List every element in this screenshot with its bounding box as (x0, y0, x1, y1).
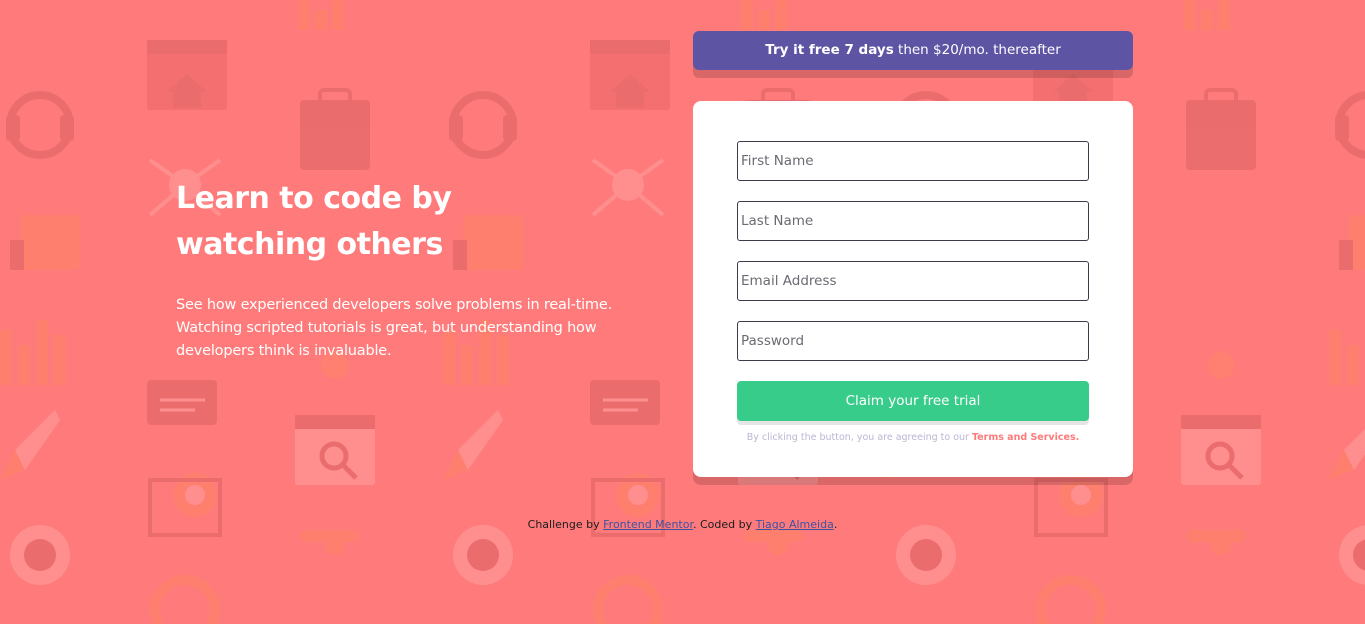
last-name-field[interactable] (737, 201, 1089, 241)
promo-rest: then $20/mo. thereafter (893, 42, 1061, 58)
signup-form: Claim your free trial By clicking the bu… (693, 101, 1133, 477)
terms-notice: By clicking the button, you are agreeing… (693, 432, 1133, 443)
hero-title: Learn to code by watching others (176, 181, 452, 262)
attribution: Challenge by Frontend Mentor. Coded by T… (0, 518, 1365, 531)
author-link[interactable]: Tiago Almeida (756, 518, 834, 531)
attribution-middle: . Coded by (692, 518, 756, 531)
email-field[interactable] (737, 261, 1089, 301)
terms-link[interactable]: Terms and Services. (972, 432, 1079, 443)
frontend-mentor-link[interactable]: Frontend Mentor (603, 518, 693, 531)
hero: Learn to code by watching others See how… (176, 176, 646, 363)
terms-prefix: By clicking the button, you are agreeing… (746, 432, 972, 443)
hero-description: See how experienced developers solve pro… (176, 297, 612, 359)
promo-banner: Try it free 7 days then $20/mo. thereaft… (693, 31, 1133, 70)
attribution-suffix: . (833, 518, 838, 531)
first-name-field[interactable] (737, 141, 1089, 181)
claim-trial-button[interactable]: Claim your free trial (737, 381, 1089, 421)
attribution-prefix: Challenge by (527, 518, 604, 531)
password-field[interactable] (737, 321, 1089, 361)
promo-bold: Try it free 7 days (765, 42, 894, 58)
